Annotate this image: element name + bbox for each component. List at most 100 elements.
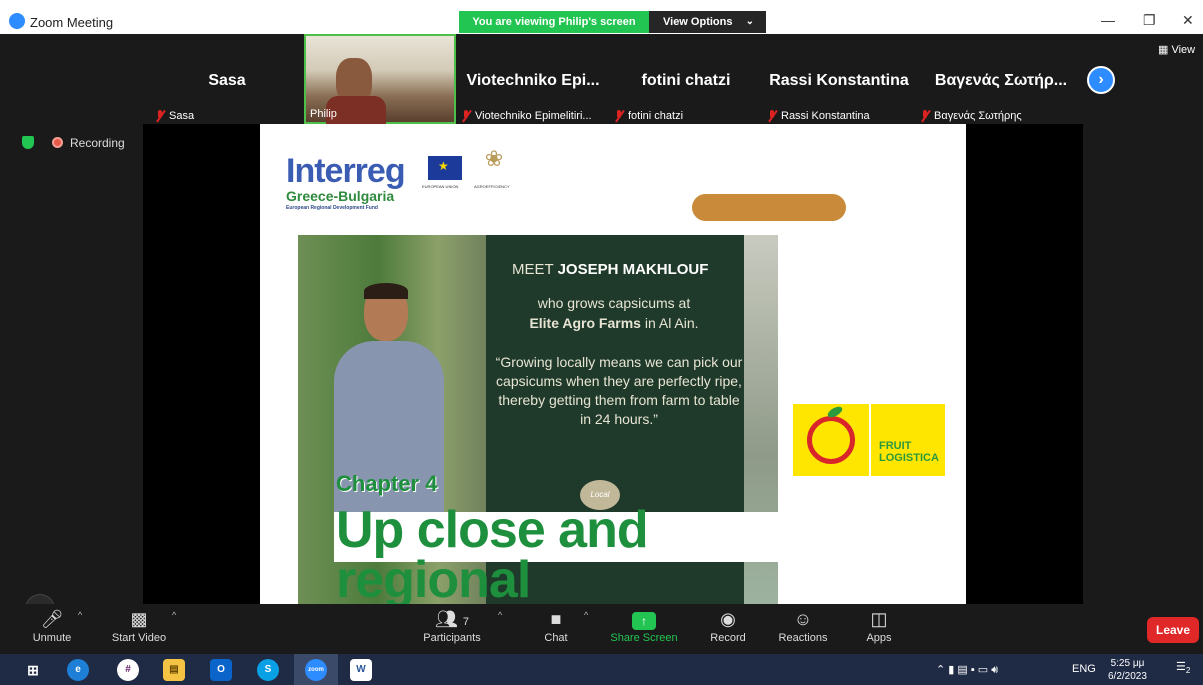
poster-quote: “Growing locally means we can pick our c… <box>495 354 743 427</box>
chevron-down-icon: ⌄ <box>745 16 754 27</box>
title-bar: Zoom Meeting You are viewing Philip's sc… <box>0 0 1203 34</box>
participant-label: Βαγενάς Σωτήρης <box>934 110 1022 122</box>
smiley-icon: ☺ <box>793 609 813 629</box>
meet-prefix: MEET <box>512 261 554 278</box>
record-button[interactable]: ◉ Record <box>706 604 750 654</box>
record-icon: ◉ <box>720 609 736 629</box>
participant-name: Sasa <box>208 72 246 89</box>
participants-icon: 👥︎ 7 <box>435 609 469 629</box>
participant-tile[interactable]: fotini chatzi fotini chatzi <box>610 34 762 124</box>
mic-muted-icon <box>920 110 930 122</box>
participant-tile[interactable]: Βαγενάς Σωτήρ... Βαγενάς Σωτήρης <box>916 34 1086 124</box>
minimize-button[interactable]: — <box>1101 12 1115 28</box>
program-name: Greece-Bulgaria <box>286 188 395 204</box>
fund-name: European Regional Development Fund <box>286 205 378 211</box>
tomato-ring-icon <box>807 416 855 464</box>
who-bold: Elite Agro Farms <box>529 315 641 331</box>
viewing-screen-label: You are viewing Philip's screen <box>459 11 649 33</box>
restore-button[interactable]: ❐ <box>1143 12 1156 29</box>
wheat-logo-icon: ❀ <box>484 146 504 171</box>
participant-label: Philip <box>310 108 337 120</box>
zoom-taskbar-item[interactable]: zoom <box>294 654 338 685</box>
audio-options-caret-icon[interactable]: ^ <box>78 610 82 620</box>
participants-button[interactable]: 👥︎ 7 Participants <box>418 604 486 654</box>
share-screen-button[interactable]: ↑ Share Screen <box>608 604 680 654</box>
chat-bubble-icon: ■ <box>550 609 562 629</box>
windows-taskbar: ⊞ e # ▤ O S zoom W ⌃ ▮ ▤ ▪ ▭ 🔊︎ ENG 5:25… <box>0 654 1203 685</box>
fruit-logistica-logo-icon <box>793 404 869 476</box>
view-label: View <box>1171 44 1196 56</box>
participant-name: Viotechniko Epi... <box>466 72 600 89</box>
clock-date: 6/2/2023 <box>1108 671 1147 682</box>
headline-line1: Up close and <box>336 501 649 559</box>
participants-caret-icon[interactable]: ^ <box>498 610 502 620</box>
participant-label: fotini chatzi <box>628 110 684 122</box>
chapter-label: Chapter 4 <box>336 471 438 496</box>
eu-label: EUROPEAN UNION <box>422 184 459 189</box>
view-button[interactable]: ▦ View <box>1158 43 1195 56</box>
view-options-button[interactable]: View Options ⌄ <box>649 11 766 33</box>
participant-tile[interactable]: Sasa Sasa <box>151 34 303 124</box>
apps-button[interactable]: ◫ Apps <box>860 604 898 654</box>
tray-icons[interactable]: ⌃ ▮ ▤ ▪ ▭ 🔊︎ <box>936 663 998 677</box>
meeting-toolbar: 🎤︎ Unmute ^ ▩ Start Video ^ 👥︎ 7 Partici… <box>0 604 1203 654</box>
language-indicator[interactable]: ENG <box>1072 663 1096 675</box>
share-banner: You are viewing Philip's screen View Opt… <box>459 11 766 33</box>
mic-muted-icon <box>155 110 165 122</box>
slack-icon[interactable]: # <box>117 659 139 681</box>
close-button[interactable]: ✕ <box>1182 12 1194 29</box>
meet-name: JOSEPH MAKHLOUF <box>557 261 709 278</box>
agro-label: AGROEFFICIENCY <box>474 184 510 189</box>
skype-icon[interactable]: S <box>257 659 279 681</box>
headline-line2: regional <box>336 551 531 604</box>
share-screen-icon: ↑ <box>632 612 656 630</box>
participant-label: Sasa <box>169 110 195 122</box>
mic-off-icon: 🎤︎ <box>40 609 64 629</box>
farmer-hair <box>364 283 408 299</box>
chat-label: Chat <box>544 632 568 644</box>
clock-time: 5:25 μμ <box>1110 658 1145 669</box>
chat-button[interactable]: ■ Chat <box>535 604 577 654</box>
zoom-logo-icon <box>9 13 25 29</box>
reactions-button[interactable]: ☺ Reactions <box>776 604 830 654</box>
participant-label: Viotechniko Epimelitiri... <box>475 110 592 122</box>
poster-meet-line: MEET JOSEPH MAKHLOUF <box>512 261 708 278</box>
notification-icon[interactable]: ☰2 <box>1176 660 1190 675</box>
participant-tile[interactable]: Rassi Konstantina Rassi Konstantina <box>763 34 915 124</box>
zoom-taskbar-icon: zoom <box>305 659 327 681</box>
windows-start-icon[interactable]: ⊞ <box>22 659 44 681</box>
file-explorer-icon[interactable]: ▤ <box>163 659 185 681</box>
who-line2: in Al Ain. <box>644 315 699 331</box>
unmute-button[interactable]: 🎤︎ Unmute <box>26 604 78 654</box>
word-icon[interactable]: W <box>350 659 372 681</box>
eu-flag-icon <box>428 156 462 180</box>
apps-icon: ◫ <box>870 609 888 629</box>
poster-who-text: who grows capsicums at Elite Agro Farms i… <box>494 293 734 333</box>
shield-icon[interactable] <box>22 136 34 149</box>
recording-label: Recording <box>70 136 125 150</box>
shared-screen: Interreg EUROPEAN UNION ❀ AGROEFFICIENCY… <box>143 124 1083 604</box>
presentation-slide: Interreg EUROPEAN UNION ❀ AGROEFFICIENCY… <box>260 124 966 604</box>
video-off-icon: ▩ <box>130 609 148 629</box>
fruit-logistica-logo-text: FRUIT LOGISTICA <box>871 404 945 476</box>
start-video-label: Start Video <box>111 632 167 644</box>
next-page-arrow-button[interactable]: › <box>1087 66 1115 94</box>
unmute-label: Unmute <box>32 632 72 644</box>
outlook-icon[interactable]: O <box>210 659 232 681</box>
mic-muted-icon <box>461 110 471 122</box>
window-title: Zoom Meeting <box>30 15 114 30</box>
start-video-button[interactable]: ▩ Start Video <box>106 604 172 654</box>
participants-label: Participants <box>423 632 481 644</box>
participant-tile[interactable]: Viotechniko Epi... Viotechniko Epimeliti… <box>457 34 609 124</box>
recording-icon <box>52 137 63 148</box>
mic-muted-icon <box>614 110 624 122</box>
video-options-caret-icon[interactable]: ^ <box>172 610 176 620</box>
participants-count: 7 <box>462 616 469 628</box>
edge-icon[interactable]: e <box>67 659 89 681</box>
clock[interactable]: 5:25 μμ 6/2/2023 <box>1108 657 1147 683</box>
participant-tile-active-speaker[interactable]: Philip <box>304 34 456 126</box>
leave-button[interactable]: Leave <box>1147 617 1199 643</box>
notification-count: 2 <box>1185 666 1191 676</box>
chat-caret-icon[interactable]: ^ <box>584 610 588 620</box>
meeting-stage: Sasa Sasa Philip Viotechniko Epi... Viot… <box>0 34 1203 624</box>
